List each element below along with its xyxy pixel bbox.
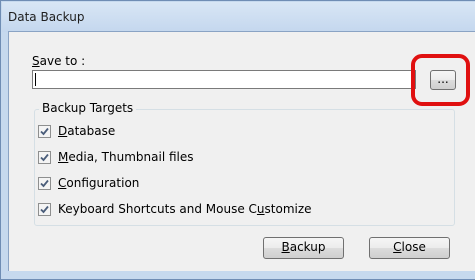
database-checkbox[interactable] <box>38 125 51 138</box>
checkmark-icon <box>40 127 49 136</box>
checkmark-icon <box>40 179 49 188</box>
backup-button[interactable]: Backup <box>263 237 344 259</box>
checkmark-icon <box>40 153 49 162</box>
close-button[interactable]: Close <box>369 237 450 259</box>
database-label: Database <box>58 124 116 138</box>
backup-button-label: ackup <box>289 240 326 254</box>
close-button-label: lose <box>401 240 426 254</box>
shortcuts-mouse-checkbox[interactable] <box>38 203 51 216</box>
close-access-key: C <box>393 240 402 254</box>
media-thumbnail-checkbox[interactable] <box>38 151 51 164</box>
checkmark-icon <box>40 205 49 214</box>
configuration-label: Configuration <box>58 176 140 190</box>
save-to-label: Save to : <box>32 54 86 68</box>
configuration-checkbox[interactable] <box>38 177 51 190</box>
window-title: Data Backup <box>8 10 85 24</box>
text-caret <box>35 73 36 86</box>
backup-access-key: B <box>281 240 290 254</box>
backup-targets-title: Backup Targets <box>39 101 137 115</box>
browse-button[interactable]: ... <box>430 70 456 90</box>
save-path-input[interactable] <box>32 70 416 89</box>
shortcuts-mouse-label: Keyboard Shortcuts and Mouse Customize <box>58 202 312 216</box>
title-bar[interactable]: Data Backup <box>2 2 475 32</box>
media-thumbnail-label: Media, Thumbnail files <box>58 150 194 164</box>
